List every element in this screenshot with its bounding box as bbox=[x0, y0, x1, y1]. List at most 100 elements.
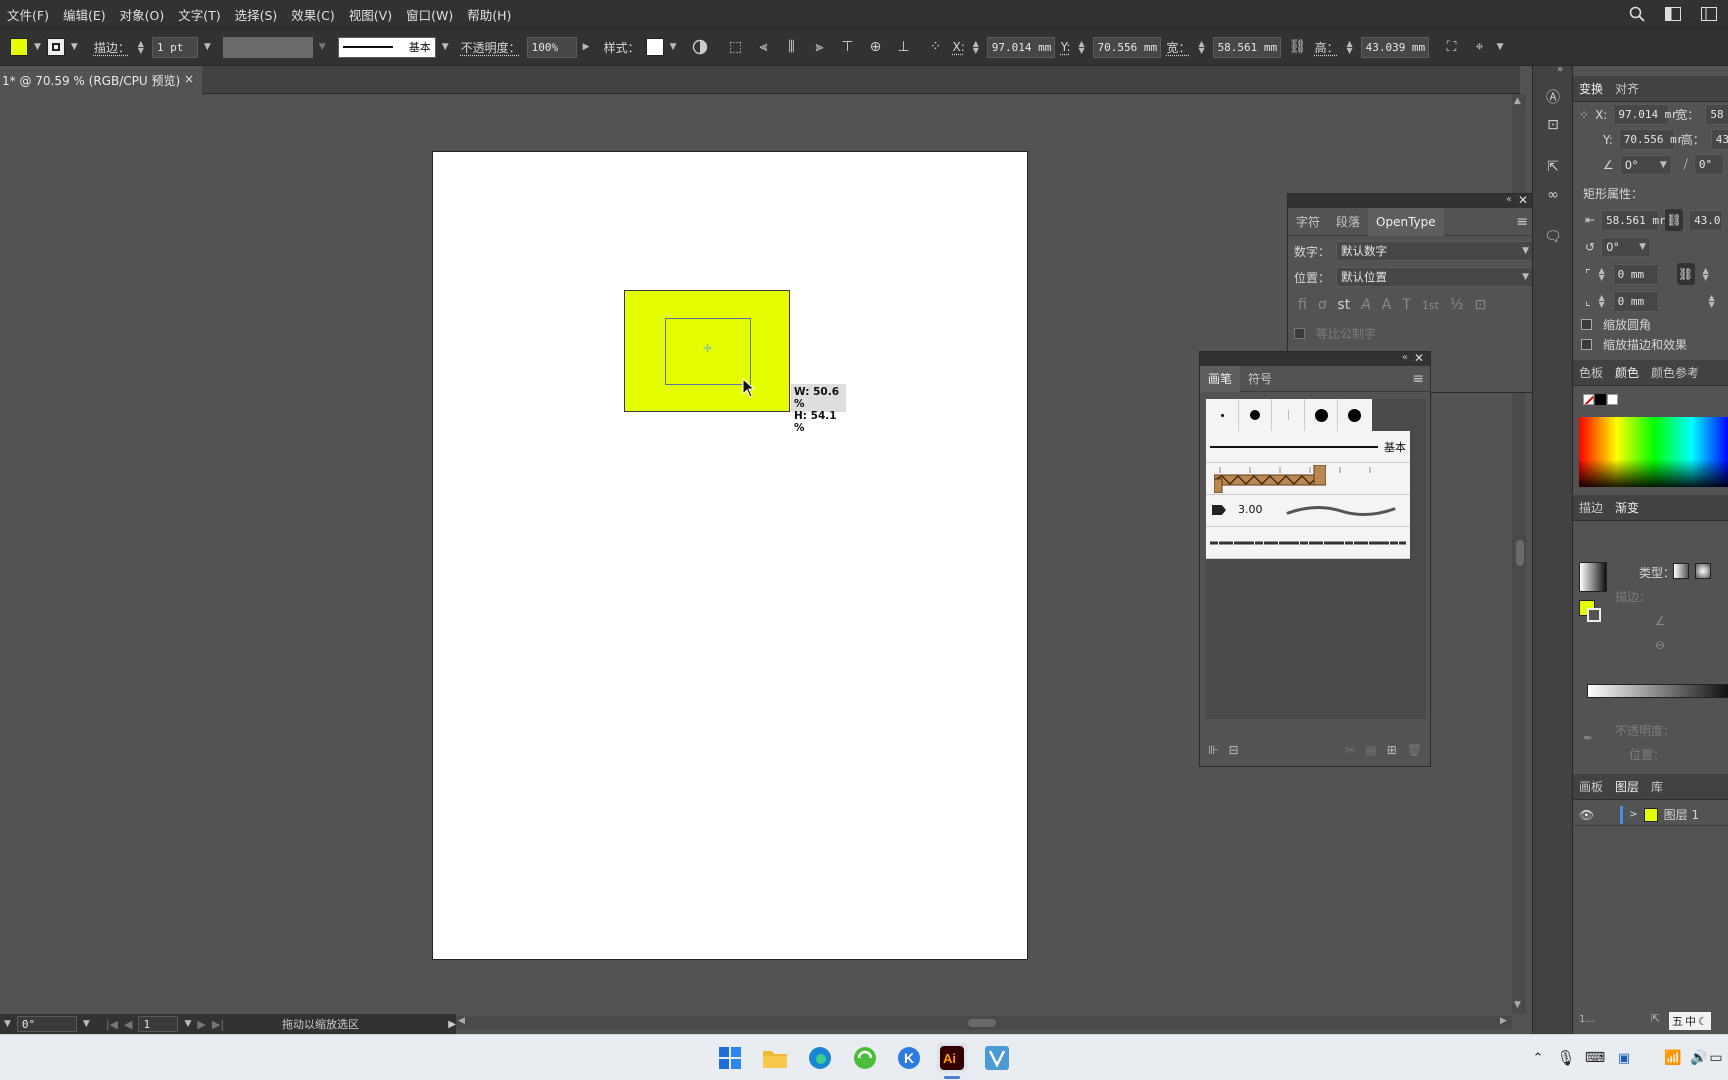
contextual-alternates-icon[interactable]: ơ bbox=[1318, 297, 1327, 313]
gradient-stroke-swatch[interactable] bbox=[1587, 608, 1601, 622]
transform-h-field[interactable]: 43 bbox=[1710, 129, 1728, 150]
menu-effect[interactable]: 效果(C) bbox=[284, 5, 341, 24]
align-bottom-icon[interactable]: ⊥ bbox=[893, 36, 915, 58]
tab-artboards[interactable]: 画板 bbox=[1573, 778, 1609, 795]
style-swatch[interactable] bbox=[645, 38, 664, 56]
brush-charcoal[interactable] bbox=[1206, 527, 1410, 559]
delete-brush-icon[interactable]: 🗑 bbox=[1407, 743, 1422, 757]
ordinals-icon[interactable]: 1st bbox=[1422, 299, 1439, 312]
corner-link-icon[interactable]: ⛓ bbox=[1676, 263, 1695, 285]
black-swatch[interactable] bbox=[1595, 394, 1606, 405]
document-tab[interactable]: 1* @ 70.59 % (RGB/CPU 预览) × bbox=[0, 66, 202, 94]
brush-dot-large[interactable] bbox=[1305, 399, 1338, 431]
vertical-scroll-thumb[interactable] bbox=[1516, 540, 1524, 566]
titling-alternates-icon[interactable]: T bbox=[1402, 297, 1411, 313]
character-styles-icon[interactable]: Ⓐ bbox=[1542, 86, 1564, 108]
browser-refresh-icon[interactable] bbox=[850, 1043, 880, 1073]
scale-strokes-checkbox[interactable] bbox=[1581, 338, 1592, 350]
corner-type-icon[interactable]: ⌞ bbox=[1585, 294, 1591, 308]
gradient-slider[interactable] bbox=[1587, 684, 1728, 698]
microphone-icon[interactable]: 🎙 bbox=[1551, 1043, 1581, 1073]
none-swatch[interactable] bbox=[1583, 394, 1594, 405]
paragraph-styles-icon[interactable]: ⊡ bbox=[1542, 114, 1564, 136]
ime-moon-icon[interactable]: ☾ bbox=[1698, 1015, 1708, 1028]
workspace-icon[interactable] bbox=[1662, 3, 1684, 25]
tab-libraries[interactable]: 库 bbox=[1645, 778, 1669, 795]
transform-x-field[interactable]: 97.014 mr bbox=[1613, 104, 1678, 125]
brush-basic[interactable]: 基本 bbox=[1206, 431, 1410, 463]
menu-object[interactable]: 对象(O) bbox=[113, 5, 172, 24]
edge-browser-icon[interactable] bbox=[805, 1043, 835, 1073]
brush-libraries-icon[interactable]: ⊪ bbox=[1208, 743, 1218, 757]
fractions-icon[interactable]: ½ bbox=[1450, 297, 1464, 313]
transform-icon[interactable]: ⛶ bbox=[1441, 36, 1463, 58]
isolate-icon[interactable]: ⌖ bbox=[1469, 36, 1491, 58]
search-icon[interactable] bbox=[1626, 3, 1648, 25]
menu-select[interactable]: 选择(S) bbox=[228, 5, 285, 24]
panel-header[interactable]: « ✕ bbox=[1288, 193, 1534, 208]
chevron-down-icon[interactable]: ▼ bbox=[4, 1019, 11, 1029]
tab-color[interactable]: 颜色 bbox=[1609, 364, 1645, 381]
constrain-link-icon[interactable]: ⛓ bbox=[1665, 209, 1684, 231]
white-swatch[interactable] bbox=[1607, 394, 1618, 405]
variable-width-profile[interactable] bbox=[222, 36, 313, 58]
tab-stroke[interactable]: 描边 bbox=[1573, 499, 1609, 516]
scroll-up-icon[interactable]: ▲ bbox=[1514, 96, 1521, 106]
menu-help[interactable]: 帮助(H) bbox=[460, 5, 518, 24]
transform-w-field[interactable]: 58 bbox=[1705, 104, 1728, 125]
arrange-documents-icon[interactable] bbox=[1698, 3, 1720, 25]
align-left-icon[interactable]: ⫷ bbox=[753, 36, 775, 58]
stepper-icon[interactable]: ▲ ▼ bbox=[1597, 267, 1607, 282]
corner-type-icon[interactable]: ⌜ bbox=[1585, 267, 1591, 281]
battery-icon[interactable]: ▭ bbox=[1706, 1043, 1726, 1073]
y-field[interactable]: 70.556 mm bbox=[1092, 36, 1161, 58]
chevron-down-icon[interactable]: ▼ bbox=[204, 42, 211, 52]
align-hcenter-icon[interactable]: ⫼ bbox=[781, 36, 803, 58]
opacity-field[interactable]: 100% bbox=[526, 36, 577, 58]
link-icon[interactable]: ⛓ bbox=[1287, 36, 1309, 58]
stepper-icon[interactable]: ▲ ▼ bbox=[1707, 294, 1717, 309]
align-vcenter-icon[interactable]: ⊕ bbox=[865, 36, 887, 58]
brush-art-3pt[interactable]: 3.00 bbox=[1206, 495, 1410, 527]
horizontal-scroll-thumb[interactable] bbox=[968, 1019, 996, 1027]
scale-corners-checkbox[interactable] bbox=[1581, 318, 1592, 330]
x-field[interactable]: 97.014 mm bbox=[986, 36, 1055, 58]
k-app-icon[interactable]: K bbox=[894, 1043, 924, 1073]
stepper-icon[interactable]: ▲ ▼ bbox=[1197, 40, 1207, 55]
stepper-icon[interactable]: ▲ ▼ bbox=[136, 40, 146, 55]
tab-opentype[interactable]: OpenType bbox=[1368, 207, 1444, 236]
brush-pattern-rope[interactable] bbox=[1206, 463, 1410, 495]
library-panel-icon[interactable]: ⊟ bbox=[1228, 743, 1238, 757]
number-select[interactable]: 默认数字 ▼ bbox=[1336, 241, 1534, 261]
eyedropper-icon[interactable]: ✒ bbox=[1583, 731, 1593, 745]
discretionary-ligature-icon[interactable]: st bbox=[1337, 297, 1350, 313]
close-icon[interactable]: × bbox=[184, 72, 194, 86]
panel-menu-icon[interactable]: ≡ bbox=[1516, 214, 1528, 230]
remove-brush-stroke-icon[interactable]: ✂ bbox=[1345, 743, 1355, 757]
stylistic-sets-icon[interactable]: ⊡ bbox=[1475, 297, 1487, 313]
tab-gradient[interactable]: 渐变 bbox=[1609, 499, 1645, 516]
position-select[interactable]: 默认位置 ▼ bbox=[1336, 267, 1534, 287]
close-icon[interactable]: ✕ bbox=[1414, 351, 1424, 365]
ime-wubi-icon[interactable]: 五 bbox=[1672, 1013, 1683, 1029]
collapse-icon[interactable]: » bbox=[1557, 64, 1563, 75]
tab-transform[interactable]: 变换 bbox=[1573, 80, 1609, 97]
proportional-checkbox[interactable] bbox=[1294, 327, 1305, 339]
status-menu-icon[interactable]: ▶ bbox=[448, 1019, 456, 1030]
scroll-down-icon[interactable]: ▼ bbox=[1514, 1000, 1521, 1010]
chevron-down-icon[interactable]: ▼ bbox=[670, 42, 677, 52]
stylistic-alternates-icon[interactable]: A bbox=[1382, 297, 1392, 313]
angle-select[interactable]: 0° ▼ bbox=[1619, 154, 1672, 175]
chevron-down-icon[interactable]: ▼ bbox=[34, 42, 41, 52]
wubi-tray-icon[interactable]: ▣ bbox=[1609, 1043, 1639, 1073]
stroke-swatch[interactable] bbox=[46, 38, 65, 56]
chevron-down-icon[interactable]: ▼ bbox=[184, 1019, 191, 1029]
ime-mode[interactable]: 中 bbox=[1685, 1013, 1696, 1029]
brush-definition-field[interactable]: 基本 bbox=[337, 36, 436, 58]
comments-icon[interactable]: 🗨 bbox=[1542, 226, 1564, 248]
rect-height-field[interactable]: 43.0 bbox=[1689, 209, 1724, 231]
file-explorer-icon[interactable] bbox=[760, 1043, 790, 1073]
tab-character[interactable]: 字符 bbox=[1288, 208, 1328, 236]
collapse-icon[interactable]: « bbox=[1402, 352, 1408, 363]
stepper-icon[interactable]: ▲ ▼ bbox=[1345, 40, 1355, 55]
